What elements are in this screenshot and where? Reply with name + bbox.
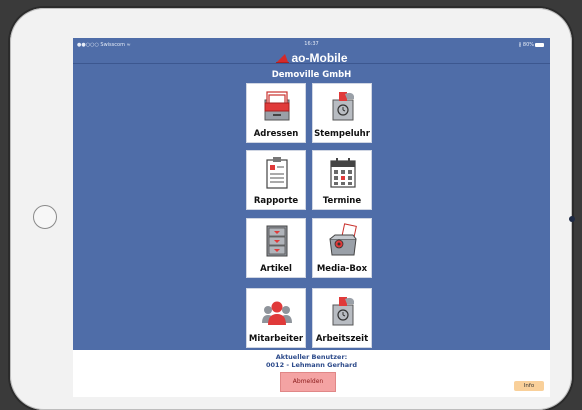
app-header: ao-Mobile (73, 48, 550, 65)
tile-termine[interactable]: Termine (312, 150, 372, 210)
tile-label: Adressen (253, 129, 299, 139)
footer-panel: Aktueller Benutzer: 0012 - Lehmann Gerha… (73, 350, 550, 397)
address-drawer-icon (264, 91, 290, 121)
tile-stempeluhr[interactable]: Stempeluhr (312, 83, 372, 143)
header-divider (73, 63, 550, 64)
tile-label: Stempeluhr (314, 129, 370, 139)
tile-label: Arbeitszeit (315, 334, 369, 344)
tile-artikel[interactable]: Artikel (246, 218, 306, 278)
calendar-icon (330, 158, 356, 188)
tile-label: Mitarbeiter (248, 334, 304, 344)
battery-icon (535, 42, 544, 47)
clock: 16:37 (304, 41, 319, 47)
tile-label: Media-Box (316, 264, 368, 274)
tile-mitarbeiter[interactable]: Mitarbeiter (246, 288, 306, 348)
company-name: Demoville GmbH (271, 70, 352, 80)
camera-icon (569, 216, 575, 222)
tablet-frame: ●●○○○ Swisscom ≈ 16:37 ∦ 80% ao-Mobile D… (10, 8, 575, 410)
current-user-name: 0012 - Lehmann Gerhard (266, 361, 357, 369)
tile-label: Artikel (260, 264, 292, 274)
clipboard-icon (266, 157, 288, 189)
employees-icon (262, 301, 292, 325)
tile-adressen[interactable]: Adressen (246, 83, 306, 143)
ao-logo-icon (275, 54, 289, 63)
time-clock-icon (332, 92, 354, 121)
tile-label: Termine (322, 196, 362, 206)
info-button[interactable]: Info (514, 381, 544, 391)
home-button[interactable] (33, 205, 57, 229)
tile-media-box[interactable]: Media-Box (312, 218, 372, 278)
current-user-caption: Aktueller Benutzer: (275, 353, 348, 361)
cabinet-icon (266, 225, 288, 257)
media-box-icon (329, 223, 357, 256)
tile-label: Rapporte (253, 196, 299, 206)
tile-arbeitszeit[interactable]: Arbeitszeit (312, 288, 372, 348)
app-screen: ●●○○○ Swisscom ≈ 16:37 ∦ 80% ao-Mobile D… (73, 38, 550, 397)
work-time-icon (332, 297, 354, 326)
tile-rapporte[interactable]: Rapporte (246, 150, 306, 210)
logout-button[interactable]: Abmelden (280, 372, 336, 392)
